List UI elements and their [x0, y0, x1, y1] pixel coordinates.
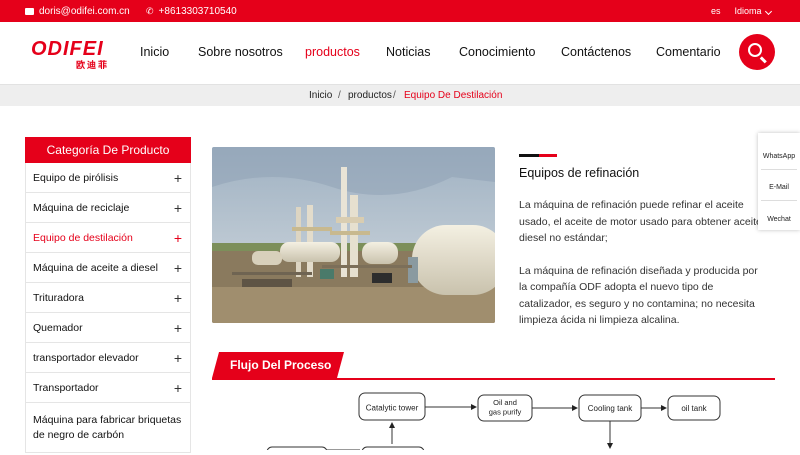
top-phone-text[interactable]: +8613303710540 — [159, 6, 237, 17]
category-sidebar: Categoría De Producto Equipo de pirólisi… — [25, 137, 191, 453]
sidebar-item-maquina-de-aceite-a-diesel[interactable]: Máquina de aceite a diesel + — [26, 253, 190, 283]
svg-text:Cooling tank: Cooling tank — [588, 404, 633, 413]
process-flow-title: Flujo Del Proceso — [212, 352, 344, 378]
language-label[interactable]: Idioma — [735, 6, 772, 16]
search-icon — [748, 43, 762, 57]
top-phone[interactable]: ✆ +8613303710540 — [146, 6, 237, 17]
svg-text:Catalytic tower: Catalytic tower — [366, 404, 419, 413]
expand-plus-icon[interactable]: + — [174, 313, 182, 343]
top-email[interactable]: doris@odifei.com.cn — [25, 6, 130, 17]
language-selector[interactable]: es Idioma — [711, 6, 772, 16]
expand-plus-icon[interactable]: + — [174, 283, 182, 313]
product-image — [212, 147, 495, 323]
flow-node-oil-gas-line2: gas purify — [489, 408, 522, 417]
language-code: es — [711, 6, 721, 16]
sidebar-item-transportador[interactable]: Transportador + — [26, 373, 190, 403]
process-flow-diagram: Catalytic tower Oil and gas purify Cooli… — [212, 386, 775, 455]
nav-item-inicio[interactable]: Inicio — [140, 45, 169, 59]
chevron-down-icon — [764, 7, 772, 16]
flow-node-oil-gas-purify: Oil and gas purify — [477, 394, 533, 422]
phone-icon: ✆ — [146, 6, 154, 16]
product-title: Equipos de refinación — [519, 166, 640, 180]
sidebar-item-maquina-de-reciclaje[interactable]: Máquina de reciclaje + — [26, 193, 190, 223]
breadcrumb: Inicio / productos / Equipo De Destilaci… — [0, 84, 800, 106]
nav-item-comentario[interactable]: Comentario — [656, 45, 721, 59]
expand-plus-icon[interactable]: + — [174, 193, 182, 223]
product-description: La máquina de refinación puede refinar e… — [519, 197, 764, 345]
sidebar-item-equipo-de-pirolisis[interactable]: Equipo de pirólisis + — [26, 163, 190, 193]
top-email-text[interactable]: doris@odifei.com.cn — [39, 6, 130, 17]
flow-node-catalytic-tower: Catalytic tower — [358, 392, 426, 421]
nav-item-noticias[interactable]: Noticias — [386, 45, 430, 59]
sidebar-item-maquina-briquetas[interactable]: Máquina para fabricar briquetas de negro… — [26, 403, 190, 453]
site-header: ODIFEI 欧迪菲 Inicio Sobre nosotros product… — [0, 22, 800, 84]
nav-item-sobre-nosotros[interactable]: Sobre nosotros — [198, 45, 283, 59]
search-button[interactable] — [739, 34, 775, 70]
site-logo[interactable]: ODIFEI 欧迪菲 — [31, 38, 109, 70]
wechat-link[interactable]: Wechat — [758, 216, 800, 223]
mail-icon — [25, 8, 34, 15]
expand-plus-icon[interactable]: + — [174, 223, 182, 253]
breadcrumb-home[interactable]: Inicio — [309, 90, 332, 101]
contact-float-panel: WhatsApp E-Mail Wechat — [758, 133, 800, 230]
sidebar-item-quemador[interactable]: Quemador + — [26, 313, 190, 343]
svg-text:oil tank: oil tank — [681, 404, 707, 413]
nav-item-contactenos[interactable]: Contáctenos — [561, 45, 631, 59]
expand-plus-icon[interactable]: + — [174, 163, 182, 193]
product-paragraph: La máquina de refinación diseñada y prod… — [519, 264, 758, 327]
sidebar-item-trituradora[interactable]: Trituradora + — [26, 283, 190, 313]
breadcrumb-separator: / — [338, 90, 341, 101]
flow-node-oil-gas-line1: Oil and — [493, 398, 517, 407]
expand-plus-icon[interactable]: + — [174, 373, 182, 403]
nav-item-productos[interactable]: productos — [305, 45, 360, 59]
sidebar-item-equipo-de-destilacion[interactable]: Equipo de destilación + — [26, 223, 190, 253]
whatsapp-link[interactable]: WhatsApp — [758, 153, 800, 160]
logo-brand: ODIFEI — [31, 38, 104, 60]
expand-plus-icon[interactable]: + — [174, 343, 182, 373]
email-link[interactable]: E-Mail — [758, 184, 800, 191]
sidebar-item-transportador-elevador[interactable]: transportador elevador + — [26, 343, 190, 373]
process-flow-header: Flujo Del Proceso — [212, 352, 775, 380]
product-paragraph: La máquina de refinación puede refinar e… — [519, 199, 762, 244]
sidebar-title: Categoría De Producto — [25, 137, 191, 163]
top-bar: doris@odifei.com.cn ✆ +8613303710540 es … — [0, 0, 800, 22]
flow-node-cooling-tank: Cooling tank — [578, 394, 642, 422]
flow-node-oil-tank: oil tank — [667, 395, 721, 421]
expand-plus-icon[interactable]: + — [174, 253, 182, 283]
nav-item-conocimiento[interactable]: Conocimiento — [459, 45, 535, 59]
breadcrumb-separator: / — [393, 90, 396, 101]
breadcrumb-current: Equipo De Destilación — [404, 90, 503, 101]
breadcrumb-productos[interactable]: productos — [348, 90, 392, 101]
category-list: Equipo de pirólisis + Máquina de reciclaj… — [25, 163, 191, 453]
